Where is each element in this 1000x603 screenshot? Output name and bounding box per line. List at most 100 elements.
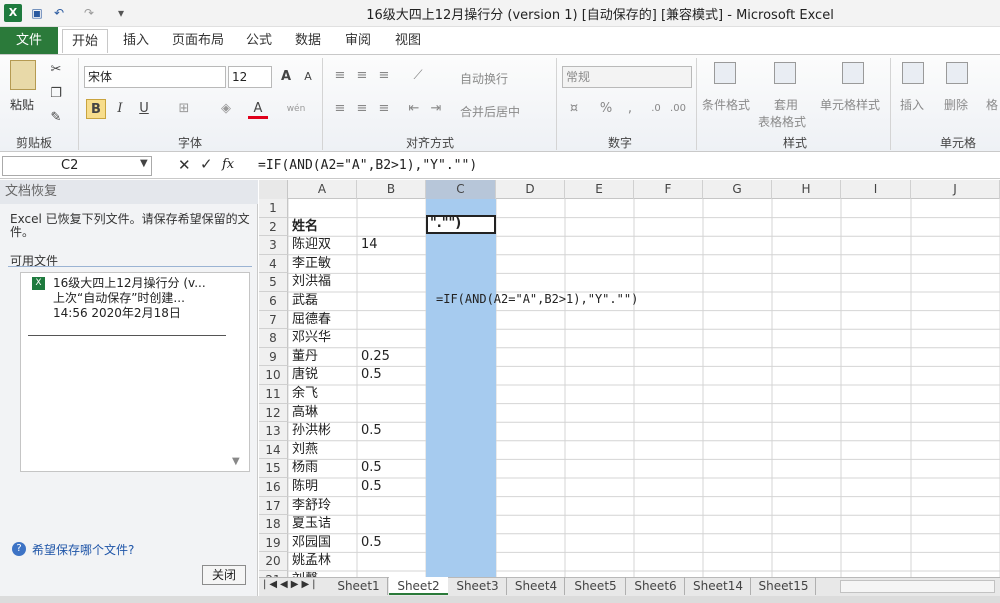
customize-qat-icon[interactable]: ▾ xyxy=(112,4,130,22)
conditional-format-icon[interactable] xyxy=(714,62,736,84)
underline-button[interactable]: U xyxy=(134,99,154,119)
comma-icon[interactable]: , xyxy=(620,99,640,119)
wrap-text-button[interactable]: 自动换行 xyxy=(460,70,508,87)
cancel-edit-icon[interactable]: ✕ xyxy=(178,156,191,174)
row-header[interactable]: 12 xyxy=(259,403,288,423)
tab-home[interactable]: 开始 xyxy=(62,29,108,53)
cell-a7[interactable]: 屈德春 xyxy=(290,311,331,330)
row-header[interactable]: 11 xyxy=(259,385,288,404)
cell-a6[interactable]: 武磊 xyxy=(290,292,318,311)
recovered-file-item[interactable]: 16级大四上12月操行分 (v... 上次“自动保存”时创建... 14:56 … xyxy=(53,276,243,321)
paste-icon[interactable] xyxy=(10,60,36,90)
cell-b14[interactable] xyxy=(359,441,361,460)
sheet-tab-sheet3[interactable]: Sheet3 xyxy=(449,577,507,595)
cell-b20[interactable] xyxy=(359,552,361,571)
font-name-dropdown[interactable]: 宋体 xyxy=(84,66,226,88)
font-size-dropdown[interactable]: 12 xyxy=(228,66,272,88)
row-header[interactable]: 14 xyxy=(259,440,288,460)
increase-decimal-icon[interactable]: .0 xyxy=(646,99,666,119)
confirm-edit-icon[interactable]: ✓ xyxy=(200,155,213,173)
cell-b15[interactable]: 0.5 xyxy=(359,459,382,478)
align-bottom-icon[interactable]: ≡ xyxy=(374,66,394,86)
cell-a18[interactable]: 夏玉诘 xyxy=(290,515,331,534)
sheet-tab-sheet6[interactable]: Sheet6 xyxy=(627,577,685,595)
cell-a5[interactable]: 刘洪福 xyxy=(290,273,331,292)
tab-page-layout[interactable]: 页面布局 xyxy=(166,29,230,53)
align-left-icon[interactable]: ≡ xyxy=(330,99,350,119)
name-box[interactable]: C2 xyxy=(2,156,152,176)
cell-b11[interactable] xyxy=(359,385,361,404)
row-header[interactable]: 15 xyxy=(259,459,288,478)
cell-b17[interactable] xyxy=(359,497,361,516)
sheet-nav-arrows[interactable]: |◀◀▶▶| xyxy=(263,579,319,590)
redo-icon[interactable]: ↷ xyxy=(80,4,98,22)
name-box-dropdown-icon[interactable]: ▼ xyxy=(140,158,148,169)
row-header[interactable]: 19 xyxy=(259,533,288,553)
orientation-icon[interactable]: ⟋ xyxy=(408,66,428,86)
cell-b10[interactable]: 0.5 xyxy=(359,366,382,385)
increase-indent-icon[interactable]: ⇥ xyxy=(426,99,446,119)
format-cells-button[interactable]: 格 xyxy=(986,96,998,113)
decrease-indent-icon[interactable]: ⇤ xyxy=(404,99,424,119)
cell-a4[interactable]: 李正敏 xyxy=(290,255,331,274)
fill-color-icon[interactable]: ◈ xyxy=(216,99,236,119)
cell-b18[interactable] xyxy=(359,515,361,534)
phonetic-icon[interactable]: wén xyxy=(286,99,306,119)
scroll-down-icon[interactable]: ▼ xyxy=(232,456,240,467)
cell-a20[interactable]: 姚孟林 xyxy=(290,552,331,571)
bold-button[interactable]: B xyxy=(86,99,106,119)
row-header[interactable]: 20 xyxy=(259,552,288,571)
row-header[interactable]: 13 xyxy=(259,422,288,441)
column-header-e[interactable]: E xyxy=(565,180,634,199)
sheet-tab-sheet14[interactable]: Sheet14 xyxy=(686,577,751,595)
row-header[interactable]: 18 xyxy=(259,515,288,534)
sheet-tab-sheet4[interactable]: Sheet4 xyxy=(508,577,565,595)
cell-a11[interactable]: 余飞 xyxy=(290,385,318,404)
formula-input[interactable]: =IF(AND(A2="A",B2>1),"Y"."") xyxy=(258,156,477,176)
merge-center-button[interactable]: 合并后居中 xyxy=(460,103,520,120)
grow-font-icon[interactable]: A xyxy=(276,67,296,87)
cell-a2[interactable]: 姓名 xyxy=(290,218,318,237)
copy-icon[interactable]: ❐ xyxy=(46,84,66,104)
tab-data[interactable]: 数据 xyxy=(288,29,328,53)
cell-b1[interactable] xyxy=(359,199,361,218)
save-icon[interactable]: ▣ xyxy=(28,4,46,22)
sheet-tab-sheet15[interactable]: Sheet15 xyxy=(752,577,816,595)
cell-a17[interactable]: 李舒玲 xyxy=(290,497,331,516)
row-header[interactable]: 9 xyxy=(259,347,288,367)
help-link[interactable]: 希望保存哪个文件? xyxy=(32,541,134,558)
tab-file[interactable]: 文件 xyxy=(0,27,58,54)
cell-b5[interactable] xyxy=(359,273,361,292)
help-icon[interactable]: ? xyxy=(12,542,26,556)
cell-a9[interactable]: 董丹 xyxy=(290,348,318,367)
align-center-icon[interactable]: ≡ xyxy=(352,99,372,119)
font-color-icon[interactable]: A xyxy=(248,99,268,119)
row-header[interactable]: 4 xyxy=(259,254,288,274)
sheet-tab-sheet5[interactable]: Sheet5 xyxy=(566,577,626,595)
column-header-g[interactable]: G xyxy=(703,180,772,199)
cell-a16[interactable]: 陈明 xyxy=(290,478,318,497)
insert-function-icon[interactable]: fx xyxy=(222,157,234,172)
column-header-h[interactable]: H xyxy=(772,180,841,199)
cell-b6[interactable] xyxy=(359,292,361,311)
column-header-c[interactable]: C xyxy=(426,180,496,199)
cut-icon[interactable]: ✂ xyxy=(46,60,66,80)
italic-button[interactable]: I xyxy=(110,99,130,119)
tab-review[interactable]: 审阅 xyxy=(338,29,378,53)
cell-a15[interactable]: 杨雨 xyxy=(290,459,318,478)
percent-icon[interactable]: % xyxy=(596,99,616,119)
format-table-icon[interactable] xyxy=(774,62,796,84)
cell-b12[interactable] xyxy=(359,404,361,423)
cell-a14[interactable]: 刘燕 xyxy=(290,441,318,460)
row-header[interactable]: 5 xyxy=(259,273,288,292)
cell-b4[interactable] xyxy=(359,255,361,274)
row-header[interactable]: 16 xyxy=(259,478,288,497)
row-header[interactable]: 17 xyxy=(259,496,288,516)
format-painter-icon[interactable]: ✎ xyxy=(46,108,66,128)
column-header-f[interactable]: F xyxy=(634,180,703,199)
row-header[interactable]: 8 xyxy=(259,329,288,348)
currency-icon[interactable]: ¤ xyxy=(564,99,584,119)
insert-cells-button[interactable]: 插入 xyxy=(900,96,924,113)
cell-styles-icon[interactable] xyxy=(842,62,864,84)
shrink-font-icon[interactable]: A xyxy=(298,67,318,87)
